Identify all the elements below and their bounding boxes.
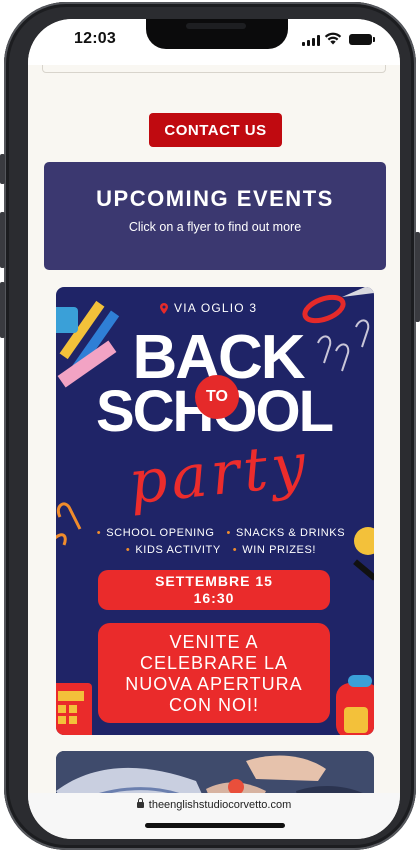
flyer-cta-line: NUOVA APERTURA xyxy=(125,674,303,694)
flyer-date-box: SETTEMBRE 15 16:30 xyxy=(98,570,330,610)
flyer-cta-line: CELEBRARE LA xyxy=(139,653,289,673)
flyer-time: 16:30 xyxy=(193,590,235,606)
contact-us-button[interactable]: CONTACT US xyxy=(149,113,282,147)
flyer-location: VIA OGLIO 3 xyxy=(160,301,257,315)
events-subtitle: Click on a flyer to find out more xyxy=(128,220,302,234)
page-content[interactable]: CONTACT US UPCOMING EVENTS Click on a fl… xyxy=(28,65,400,793)
wifi-icon xyxy=(324,32,342,45)
photo-illustration xyxy=(56,751,374,793)
highlight-item: KIDS ACTIVITY xyxy=(126,542,221,559)
flyer-highlights: SCHOOL OPENING SNACKS & DRINKS KIDS ACTI… xyxy=(86,525,356,559)
flyer-cta-line: VENITE A xyxy=(169,632,259,652)
mute-switch xyxy=(0,154,5,184)
flyer-cta-line: CON NOI! xyxy=(168,695,259,715)
previous-section-card xyxy=(42,65,386,73)
phone-screen: 12:03 CONTACT US UPCOMING EVENTS Click o… xyxy=(28,19,400,839)
flyer-cta-box: VENITE A CELEBRARE LA NUOVA APERTURA CON… xyxy=(98,623,330,723)
lock-icon xyxy=(136,798,144,808)
highlight-item: SCHOOL OPENING xyxy=(97,525,215,542)
status-time: 12:03 xyxy=(74,30,116,47)
battery-icon xyxy=(349,34,375,45)
phone-frame: 12:03 CONTACT US UPCOMING EVENTS Click o… xyxy=(0,2,420,850)
volume-up-button xyxy=(0,212,5,268)
events-title: UPCOMING EVENTS xyxy=(96,186,334,211)
flyer-location-text: VIA OGLIO 3 xyxy=(174,301,258,315)
upcoming-events-banner: UPCOMING EVENTS Click on a flyer to find… xyxy=(44,162,386,270)
browser-address-bar[interactable]: theenglishstudiocorvetto.com xyxy=(28,793,400,839)
next-event-photo[interactable] xyxy=(56,751,374,793)
signal-icon xyxy=(302,35,320,46)
status-bar: 12:03 xyxy=(28,19,400,65)
home-indicator[interactable] xyxy=(145,823,285,828)
flyer-title-to-badge: TO xyxy=(195,375,239,419)
volume-down-button xyxy=(0,282,5,338)
location-pin-icon xyxy=(160,302,168,314)
highlight-item: WIN PRIZES! xyxy=(233,542,316,559)
notch xyxy=(146,19,288,49)
highlight-item: SNACKS & DRINKS xyxy=(226,525,345,542)
flyer-date: SETTEMBRE 15 xyxy=(155,573,273,589)
power-button xyxy=(415,232,420,322)
back-to-school-flyer[interactable]: VIA OGLIO 3 BACK SCHOOL TO party SCHOOL … xyxy=(56,287,374,735)
url-display[interactable]: theenglishstudiocorvetto.com xyxy=(28,798,400,811)
url-text: theenglishstudiocorvetto.com xyxy=(148,799,292,811)
